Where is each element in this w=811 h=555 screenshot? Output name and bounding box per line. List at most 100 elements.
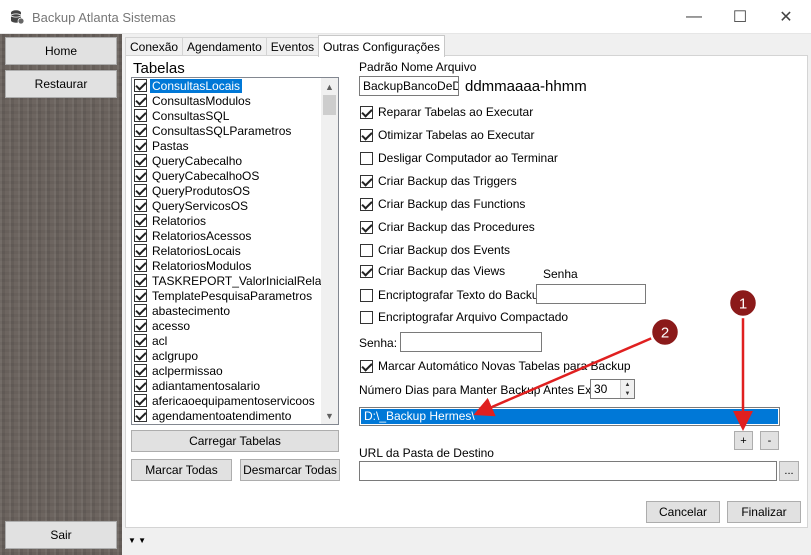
option-row[interactable]: Criar Backup dos Events — [360, 243, 510, 257]
text-encrypt-password-input[interactable] — [536, 284, 646, 304]
stepper-up-icon[interactable]: ▲ — [620, 380, 634, 389]
tab-schedule[interactable]: Agendamento — [182, 37, 267, 56]
table-row[interactable]: ConsultasLocais — [132, 78, 322, 93]
table-checkbox[interactable] — [134, 229, 147, 242]
table-row[interactable]: adiantamentosalario — [132, 378, 322, 393]
table-checkbox[interactable] — [134, 124, 147, 137]
table-checkbox[interactable] — [134, 379, 147, 392]
tab-other-settings[interactable]: Outras Configurações — [318, 35, 445, 57]
table-row[interactable]: QueryProdutosOS — [132, 183, 322, 198]
table-checkbox[interactable] — [134, 409, 147, 422]
tables-listbox[interactable]: ConsultasLocais ConsultasModulos Consultas… — [131, 77, 339, 425]
scroll-down-icon[interactable]: ▼ — [321, 407, 338, 424]
table-checkbox[interactable] — [134, 394, 147, 407]
table-checkbox[interactable] — [134, 79, 147, 92]
auto-check-checkbox[interactable] — [360, 359, 373, 373]
option-checkbox[interactable] — [360, 243, 373, 257]
vertical-scrollbar[interactable]: ▲ ▼ — [321, 78, 338, 424]
table-checkbox[interactable] — [134, 94, 147, 107]
table-row[interactable]: QueryCabecalhoOS — [132, 168, 322, 183]
table-checkbox[interactable] — [134, 364, 147, 377]
table-row[interactable]: Relatorios — [132, 213, 322, 228]
option-checkbox[interactable] — [360, 220, 373, 234]
table-checkbox[interactable] — [134, 139, 147, 152]
option-checkbox[interactable] — [360, 310, 373, 324]
backup-paths-list[interactable]: D:\_Backup Hermes\ — [359, 407, 780, 426]
auto-check-option[interactable]: Marcar Automático Novas Tabelas para Bac… — [360, 359, 631, 373]
table-row[interactable]: afericaoequipamentoservicoos — [132, 393, 322, 408]
table-checkbox[interactable] — [134, 244, 147, 257]
table-row[interactable]: RelatoriosModulos — [132, 258, 322, 273]
scroll-up-icon[interactable]: ▲ — [321, 78, 338, 95]
scroll-thumb[interactable] — [323, 95, 336, 115]
option-checkbox[interactable] — [360, 128, 373, 142]
table-row[interactable]: ConsultasSQL — [132, 108, 322, 123]
table-checkbox[interactable] — [134, 214, 147, 227]
tab-connection[interactable]: Conexão — [125, 37, 184, 56]
option-row[interactable]: Otimizar Tabelas ao Executar — [360, 128, 535, 142]
table-checkbox[interactable] — [134, 349, 147, 362]
home-button[interactable]: Home — [5, 37, 117, 65]
table-checkbox[interactable] — [134, 304, 147, 317]
table-row[interactable]: ConsultasSQLParametros — [132, 123, 322, 138]
tab-events[interactable]: Eventos — [265, 37, 320, 56]
table-row[interactable]: ConsultasModulos — [132, 93, 322, 108]
option-checkbox[interactable] — [360, 151, 373, 165]
option-checkbox[interactable] — [360, 174, 373, 188]
table-checkbox[interactable] — [134, 109, 147, 122]
table-row[interactable]: QueryServicosOS — [132, 198, 322, 213]
load-tables-button[interactable]: Carregar Tabelas — [131, 430, 339, 452]
browse-button[interactable]: ... — [779, 461, 799, 481]
file-pattern-input[interactable]: BackupBancoDeDados_ — [359, 76, 459, 96]
table-row[interactable]: TASKREPORT_ValorInicialRelatorio — [132, 273, 322, 288]
option-row[interactable]: Encriptografar Texto do Backup — [360, 288, 545, 302]
option-row[interactable]: Criar Backup das Triggers — [360, 174, 517, 188]
option-row[interactable]: Criar Backup das Procedures — [360, 220, 535, 234]
table-checkbox[interactable] — [134, 319, 147, 332]
option-checkbox[interactable] — [360, 288, 373, 302]
option-row[interactable]: Desligar Computador ao Terminar — [360, 151, 558, 165]
stepper-down-icon[interactable]: ▼ — [620, 389, 634, 398]
backup-path-item[interactable]: D:\_Backup Hermes\ — [361, 409, 778, 424]
table-checkbox[interactable] — [134, 289, 147, 302]
table-checkbox[interactable] — [134, 274, 147, 287]
uncheck-all-button[interactable]: Desmarcar Todas — [240, 459, 340, 481]
minimize-button[interactable]: — — [671, 0, 717, 34]
table-row[interactable]: RelatoriosAcessos — [132, 228, 322, 243]
table-row[interactable]: QueryCabecalho — [132, 153, 322, 168]
dropdown-arrows-icon[interactable]: ▼ ▼ — [128, 536, 146, 545]
table-row[interactable]: acesso — [132, 318, 322, 333]
restore-button[interactable]: Restaurar — [5, 70, 117, 98]
table-checkbox[interactable] — [134, 154, 147, 167]
option-row[interactable]: Encriptografar Arquivo Compactado — [360, 310, 568, 324]
table-checkbox[interactable] — [134, 199, 147, 212]
maximize-button[interactable]: ☐ — [717, 0, 763, 34]
option-row[interactable]: Criar Backup das Functions — [360, 197, 525, 211]
table-checkbox[interactable] — [134, 334, 147, 347]
option-checkbox[interactable] — [360, 197, 373, 211]
table-checkbox[interactable] — [134, 169, 147, 182]
retention-days-stepper[interactable]: 30 ▲ ▼ — [590, 379, 635, 399]
table-row[interactable]: RelatoriosLocais — [132, 243, 322, 258]
table-checkbox[interactable] — [134, 259, 147, 272]
table-row[interactable]: agendamentoatendimento — [132, 408, 322, 423]
finish-button[interactable]: Finalizar — [727, 501, 801, 523]
table-row[interactable]: Pastas — [132, 138, 322, 153]
check-all-button[interactable]: Marcar Todas — [131, 459, 232, 481]
cancel-button[interactable]: Cancelar — [646, 501, 720, 523]
option-checkbox[interactable] — [360, 264, 373, 278]
option-row[interactable]: Criar Backup das Views — [360, 264, 505, 278]
add-path-button[interactable]: + — [734, 431, 753, 450]
table-row[interactable]: aclpermissao — [132, 363, 322, 378]
table-row[interactable]: acl — [132, 333, 322, 348]
table-row[interactable]: aclgrupo — [132, 348, 322, 363]
option-row[interactable]: Reparar Tabelas ao Executar — [360, 105, 533, 119]
table-row[interactable]: TemplatePesquisaParametros — [132, 288, 322, 303]
exit-button[interactable]: Sair — [5, 521, 117, 549]
remove-path-button[interactable]: - — [760, 431, 779, 450]
destination-url-input[interactable] — [359, 461, 777, 481]
file-encrypt-password-input[interactable] — [400, 332, 542, 352]
table-checkbox[interactable] — [134, 184, 147, 197]
table-row[interactable]: abastecimento — [132, 303, 322, 318]
close-button[interactable]: ✕ — [763, 0, 809, 34]
